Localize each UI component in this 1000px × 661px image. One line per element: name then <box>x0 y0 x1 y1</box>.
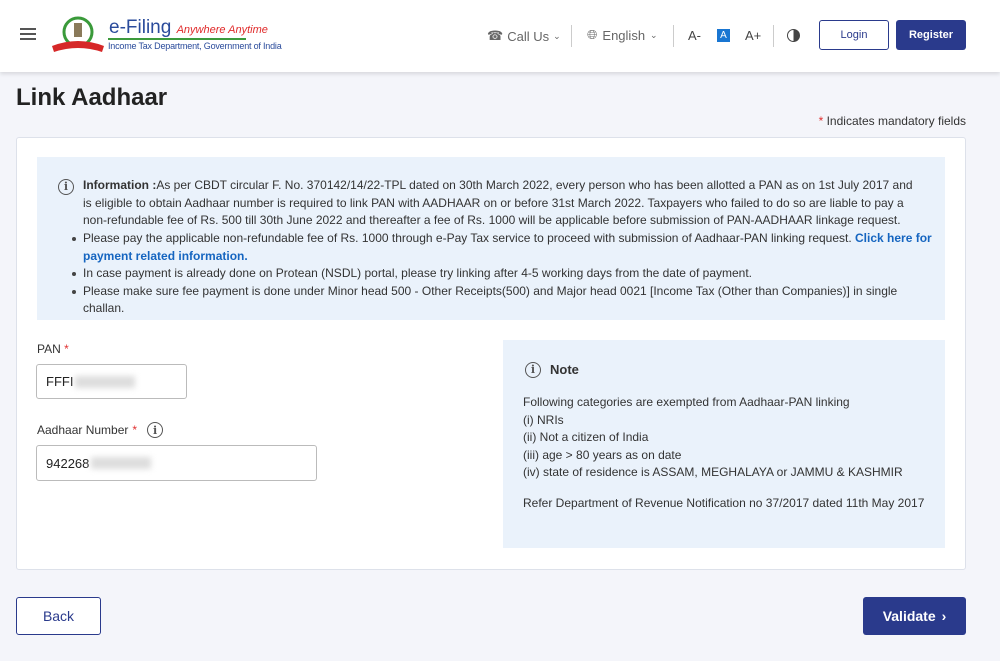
call-us-dropdown[interactable]: ☎ Call Us ⌄ <box>487 28 561 44</box>
divider <box>773 25 774 47</box>
information-box: i Information :As per CBDT circular F. N… <box>37 157 945 320</box>
aadhaar-input[interactable]: 942268 <box>36 445 317 481</box>
page-title: Link Aadhaar <box>16 84 168 111</box>
info-icon[interactable]: i <box>147 422 164 438</box>
chevron-down-icon: ⌄ <box>553 30 561 41</box>
info-icon: i <box>58 179 74 195</box>
brand-subtitle: Income Tax Department, Government of Ind… <box>108 41 282 51</box>
aadhaar-label: Aadhaar Number * i <box>37 422 164 438</box>
note-box: i Note Following categories are exempted… <box>503 340 945 548</box>
info-bullets: Please pay the applicable non-refundable… <box>72 230 933 318</box>
required-star: * <box>818 114 824 128</box>
mandatory-note: * Indicates mandatory fields <box>819 114 966 128</box>
aadhaar-label-text: Aadhaar Number <box>37 423 129 437</box>
divider <box>673 25 674 47</box>
pan-input[interactable]: FFFI <box>36 364 187 399</box>
back-button[interactable]: Back <box>16 597 101 635</box>
phone-icon: ☎ <box>487 28 504 43</box>
info-icon: i <box>525 362 541 378</box>
pan-value: FFFI <box>46 374 74 389</box>
chevron-right-icon: › <box>941 608 947 624</box>
hamburger-menu-icon[interactable] <box>20 28 36 40</box>
info-bullet: Please make sure fee payment is done und… <box>72 283 933 318</box>
note-intro: Following categories are exempted from A… <box>523 395 850 409</box>
note-item: (ii) Not a citizen of India <box>523 430 649 444</box>
pan-label-text: PAN <box>37 342 61 356</box>
required-star: * <box>64 342 69 356</box>
note-item: (iii) age > 80 years as on date <box>523 447 682 462</box>
chevron-down-icon: ⌄ <box>650 29 658 40</box>
login-button[interactable]: Login <box>819 20 889 50</box>
income-tax-emblem-logo[interactable] <box>50 16 106 54</box>
brand-name: e-Filing <box>109 17 172 38</box>
info-bullet: In case payment is already done on Prote… <box>72 265 933 283</box>
pan-label: PAN * <box>37 342 69 356</box>
validate-label: Validate <box>882 608 936 624</box>
info-text: Information :As per CBDT circular F. No.… <box>83 177 923 230</box>
note-body: Following categories are exempted from A… <box>523 394 933 512</box>
register-button[interactable]: Register <box>896 20 966 50</box>
mandatory-note-text: Indicates mandatory fields <box>826 114 966 128</box>
divider <box>571 25 572 47</box>
payment-info-link[interactable]: Click here for payment related informati… <box>83 231 932 263</box>
info-body: As per CBDT circular F. No. 370142/14/22… <box>83 178 913 227</box>
header: e-Filing Anywhere Anytime Income Tax Dep… <box>0 0 1000 72</box>
brand-title: e-Filing Anywhere Anytime <box>109 17 268 39</box>
note-reference: Refer Department of Revenue Notification… <box>523 495 925 510</box>
note-item: (i) NRIs <box>523 412 564 427</box>
font-normal-button[interactable]: A <box>717 29 730 42</box>
font-decrease-button[interactable]: A- <box>688 28 701 43</box>
language-label: English <box>602 27 646 43</box>
language-dropdown[interactable]: 🌐︎ English ⌄ <box>587 27 658 43</box>
brand-tagline: Anywhere Anytime <box>176 24 268 36</box>
call-us-label: Call Us <box>507 28 550 44</box>
note-title: Note <box>550 362 579 377</box>
info-bullet: Please pay the applicable non-refundable… <box>72 230 933 265</box>
note-item: (iv) state of residence is ASSAM, MEGHAL… <box>523 465 903 479</box>
required-star: * <box>132 423 138 437</box>
masked-value <box>91 457 152 469</box>
masked-value <box>75 375 136 388</box>
contrast-icon[interactable] <box>787 29 800 42</box>
aadhaar-value: 942268 <box>46 455 90 471</box>
font-increase-button[interactable]: A+ <box>745 28 761 43</box>
validate-button[interactable]: Validate › <box>863 597 966 635</box>
globe-icon: 🌐︎ <box>587 27 598 42</box>
brand-divider <box>108 38 246 40</box>
info-label: Information : <box>83 178 157 192</box>
